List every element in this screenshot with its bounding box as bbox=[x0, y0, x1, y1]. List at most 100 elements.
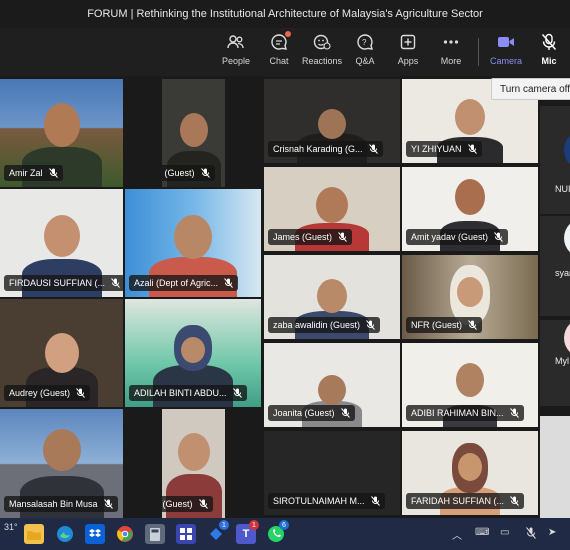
participant-name: FIRDAUSI SUFFIAN (... bbox=[4, 275, 123, 291]
windows-taskbar: 31° 1 T1 6 ︿ ⌨ ▭ ➤ bbox=[0, 518, 570, 550]
mic-off-icon bbox=[370, 496, 380, 506]
sidebar-participant[interactable]: NUI bbox=[540, 106, 570, 214]
participant-tile[interactable]: ADIBI RAHIMAN BIN... bbox=[402, 343, 538, 427]
apps-icon bbox=[398, 32, 418, 52]
mic-off-icon bbox=[468, 320, 477, 330]
participant-tile[interactable]: FARIDAH SUFFIAN (... bbox=[402, 431, 538, 515]
qa-button[interactable]: ? Q&A bbox=[343, 32, 387, 66]
dropbox-icon[interactable] bbox=[85, 524, 105, 544]
tray-overflow-icon[interactable]: ︿ bbox=[452, 527, 462, 542]
participant-tile[interactable]: FIRDAUSI SUFFIAN (... bbox=[0, 189, 123, 297]
camera-button[interactable]: Camera bbox=[484, 32, 528, 66]
participant-name: Audrey (Guest) bbox=[4, 385, 91, 401]
whatsapp-badge: 6 bbox=[279, 520, 289, 530]
participant-face bbox=[174, 215, 212, 259]
people-icon bbox=[226, 32, 246, 52]
reactions-button[interactable]: Reactions bbox=[300, 32, 344, 66]
participant-name: Zamir (Guest) bbox=[162, 165, 215, 181]
participant-tile[interactable]: Amir Zal bbox=[0, 79, 123, 187]
jira-icon[interactable]: 1 bbox=[206, 520, 229, 544]
participant-face bbox=[177, 433, 210, 471]
participant-face bbox=[455, 99, 485, 135]
apps-grid-icon[interactable] bbox=[176, 524, 196, 544]
mic-off-icon bbox=[368, 144, 378, 154]
video-stage: Amir Zal FIRDAUSI SUFFIAN (... Audrey (G… bbox=[0, 76, 570, 518]
toolbar-divider bbox=[478, 38, 479, 66]
more-icon bbox=[441, 32, 461, 52]
whatsapp-icon[interactable]: 6 bbox=[266, 520, 289, 544]
mic-off-icon bbox=[510, 496, 519, 506]
sidebar-participant[interactable] bbox=[540, 416, 570, 518]
participant-name: Azali (Dept of Agric... bbox=[129, 275, 239, 291]
window-title: FORUM | Rethinking the Institutional Arc… bbox=[0, 0, 570, 28]
sidebar-participant-name: syar bbox=[555, 268, 570, 278]
participant-tile[interactable]: ADILAH BINTI ABDU... bbox=[125, 299, 261, 407]
participant-name: YI ZHIYUAN bbox=[406, 141, 482, 157]
mic-off-icon bbox=[539, 32, 559, 52]
mic-off-icon bbox=[48, 168, 58, 178]
qa-icon: ? bbox=[355, 32, 375, 52]
chat-icon bbox=[269, 31, 291, 52]
participant-tile[interactable]: NFR (Guest) bbox=[402, 255, 538, 339]
participant-name: Amir Zal bbox=[4, 165, 63, 181]
participant-face bbox=[455, 179, 485, 215]
weather-widget[interactable]: 31° bbox=[4, 522, 18, 532]
participant-name: zaba awalidin (Guest) bbox=[268, 317, 381, 333]
participant-tile[interactable]: Joanita (Guest) bbox=[264, 343, 400, 427]
participant-name: SIROTULNAIMAH M... bbox=[268, 493, 385, 509]
keyboard-icon[interactable]: ⌨ bbox=[475, 527, 489, 538]
more-button[interactable]: More bbox=[429, 32, 473, 66]
mic-off-icon bbox=[467, 144, 477, 154]
mic-off-icon bbox=[340, 408, 350, 418]
reactions-icon bbox=[312, 32, 332, 52]
mic-tray-icon[interactable] bbox=[526, 527, 536, 542]
edge-icon[interactable] bbox=[55, 524, 75, 544]
participant-tile[interactable]: James (Guest) bbox=[264, 167, 400, 251]
participant-face bbox=[457, 277, 483, 307]
participant-name: Joanita (Guest) bbox=[268, 405, 355, 421]
svg-text:?: ? bbox=[362, 38, 367, 47]
file-explorer-icon[interactable] bbox=[24, 524, 44, 544]
participant-name: ADIBI RAHIMAN BIN... bbox=[406, 405, 524, 421]
participant-tile[interactable]: Amit yadav (Guest) bbox=[402, 167, 538, 251]
mic-off-icon bbox=[224, 278, 233, 288]
avatar bbox=[564, 320, 570, 358]
participant-tile[interactable]: SIROTULNAIMAH M... bbox=[264, 431, 400, 515]
mic-off-icon bbox=[509, 408, 519, 418]
mic-button[interactable]: Mic bbox=[527, 32, 570, 66]
participant-face bbox=[43, 215, 80, 257]
participant-face bbox=[316, 187, 348, 223]
jira-badge: 1 bbox=[219, 520, 229, 530]
participant-tile[interactable]: zaba awalidin (Guest) bbox=[264, 255, 400, 339]
participant-face bbox=[42, 429, 81, 471]
sidebar-participant[interactable]: Myl bbox=[540, 320, 570, 406]
mic-off-icon bbox=[338, 232, 347, 242]
participant-face bbox=[458, 453, 482, 481]
avatar bbox=[564, 130, 570, 170]
apps-button[interactable]: Apps bbox=[386, 32, 430, 66]
chat-button[interactable]: Chat bbox=[257, 31, 301, 66]
chrome-icon[interactable] bbox=[115, 524, 135, 544]
participant-tile[interactable]: Crisnah Karading (G... bbox=[264, 79, 400, 163]
participant-face bbox=[43, 103, 80, 147]
participant-tile[interactable]: Azali (Dept of Agric... bbox=[125, 189, 261, 297]
send-icon[interactable]: ➤ bbox=[548, 527, 556, 538]
mic-label: Mic bbox=[541, 56, 557, 66]
people-label: People bbox=[221, 56, 251, 66]
chat-unread-dot bbox=[285, 31, 291, 37]
teams-icon[interactable]: T1 bbox=[236, 520, 259, 544]
mic-off-icon bbox=[200, 168, 210, 178]
participant-face bbox=[317, 279, 347, 313]
participant-tile[interactable]: Mansalasah Bin Musa bbox=[0, 409, 123, 518]
participant-tile[interactable]: Zamir (Guest) bbox=[162, 79, 225, 187]
sidebar-participant-name: Myl bbox=[555, 356, 569, 366]
participant-tile[interactable]: jakim (Guest) bbox=[162, 409, 225, 518]
participant-tile[interactable]: Audrey (Guest) bbox=[0, 299, 123, 407]
camera-label: Camera bbox=[489, 56, 522, 66]
people-button[interactable]: People bbox=[214, 32, 258, 66]
mic-off-icon bbox=[232, 388, 242, 398]
display-icon[interactable]: ▭ bbox=[500, 527, 509, 538]
sidebar-participant[interactable]: syar bbox=[540, 216, 570, 316]
calculator-icon[interactable] bbox=[145, 524, 165, 544]
chat-label: Chat bbox=[269, 56, 289, 66]
